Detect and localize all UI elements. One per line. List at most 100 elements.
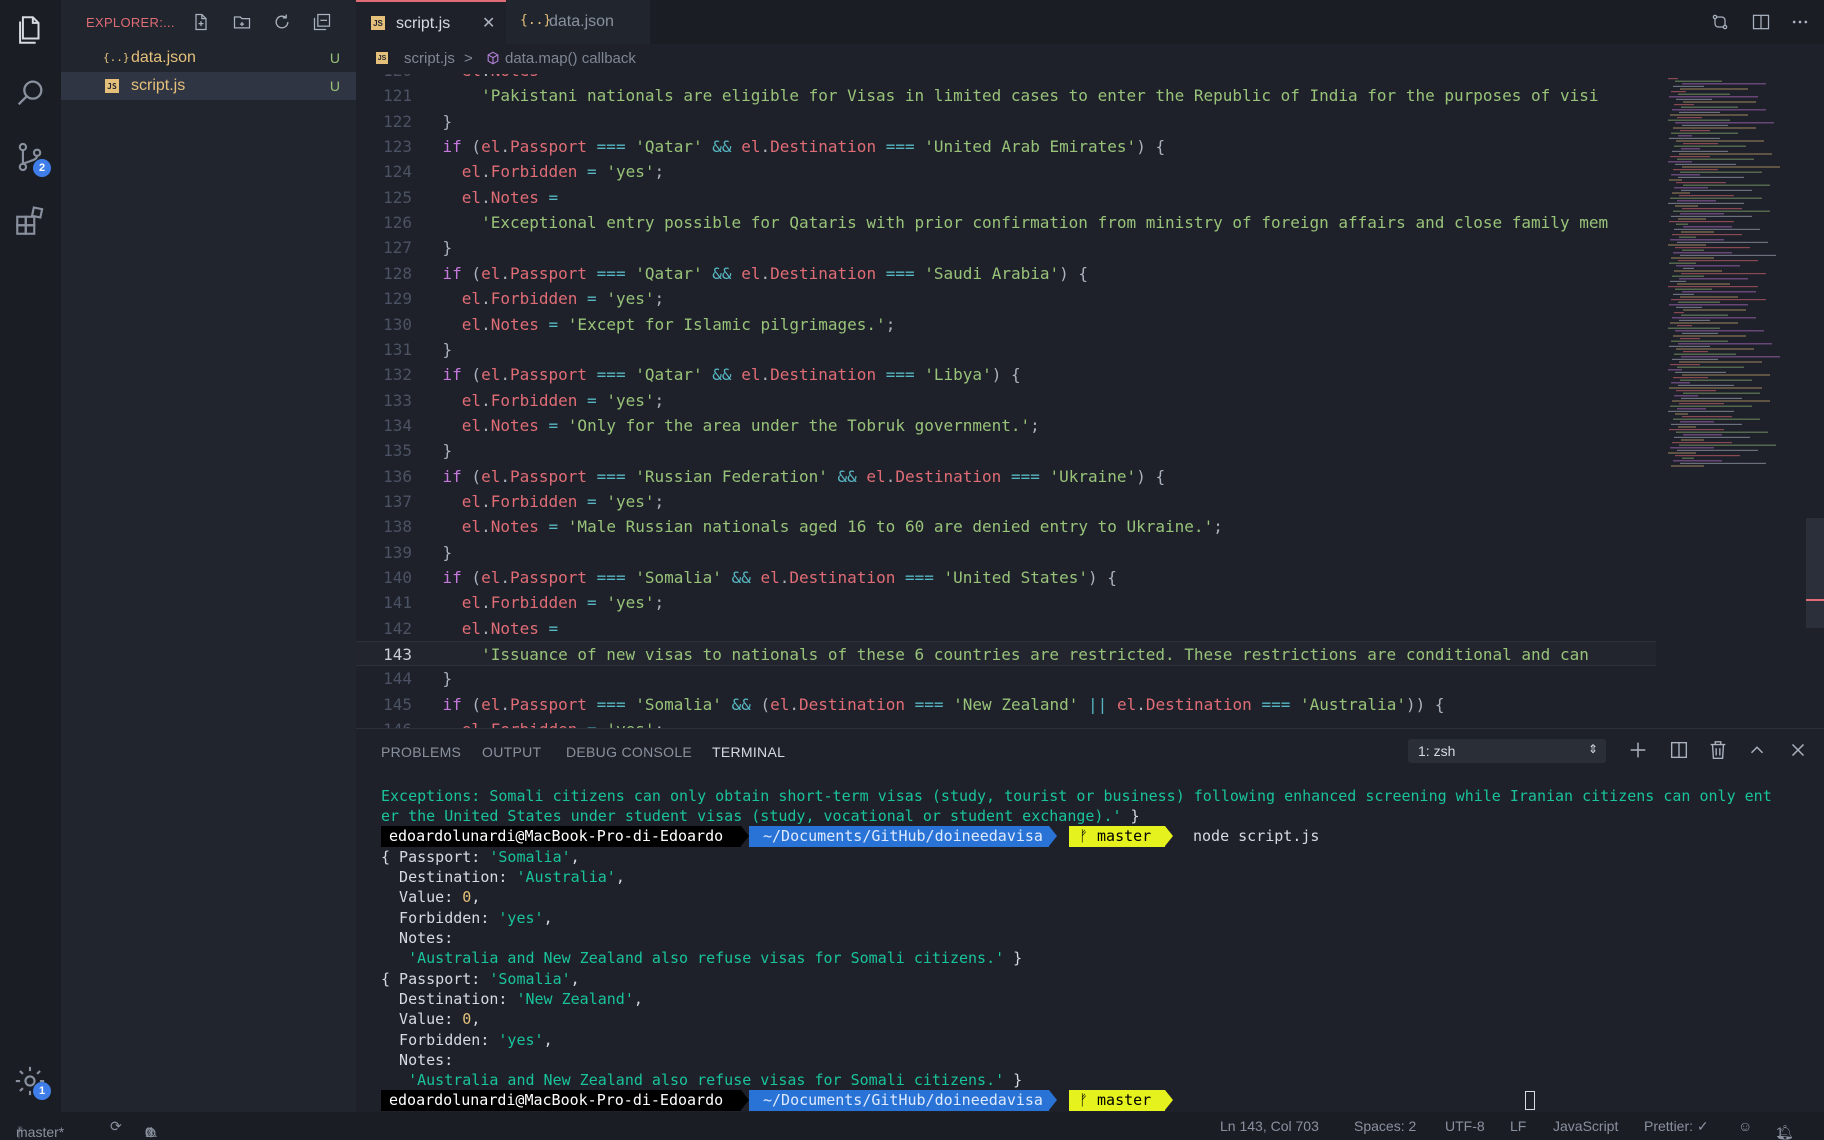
- terminal-prompt[interactable]: edoardolunardi@MacBook-Pro-di-Edoardo ~/…: [381, 1090, 1535, 1111]
- file-item-data-json[interactable]: {..} data.json U: [61, 44, 356, 72]
- code-line[interactable]: 139 }: [356, 540, 1656, 565]
- code-text: 'Issuance of new visas to nationals of t…: [481, 645, 1589, 665]
- close-icon[interactable]: ✕: [482, 13, 495, 33]
- terminal-line: Forbidden: 'yes',: [381, 909, 553, 927]
- tab-output[interactable]: OUTPUT: [482, 744, 541, 760]
- cursor-position[interactable]: Ln 143, Col 703: [1220, 1118, 1319, 1134]
- code-line[interactable]: 126 'Exceptional entry possible for Qata…: [356, 210, 1656, 235]
- editor-tabs: JS script.js ✕ {..} data.json: [356, 0, 1824, 44]
- close-panel-icon[interactable]: [1787, 739, 1809, 761]
- new-folder-icon[interactable]: [232, 12, 252, 32]
- breadcrumb-separator: >: [464, 50, 473, 67]
- split-editor-icon[interactable]: [1751, 12, 1771, 32]
- breadcrumb-file[interactable]: script.js: [404, 50, 455, 67]
- code-line[interactable]: 125 el.Notes =: [356, 185, 1656, 210]
- terminal-line: { Passport: 'Somalia',: [381, 970, 580, 988]
- code-text: }: [404, 339, 453, 359]
- prompt-directory: ~/Documents/GitHub/doineedavisa: [749, 826, 1049, 847]
- code-line[interactable]: 134 el.Notes = 'Only for the area under …: [356, 413, 1656, 438]
- tab-problems[interactable]: PROBLEMS: [381, 744, 461, 760]
- code-text: el.Notes =: [461, 187, 559, 207]
- code-line[interactable]: 143 'Issuance of new visas to nationals …: [356, 641, 1656, 667]
- code-line[interactable]: 145 if (el.Passport === 'Somalia' && (el…: [356, 692, 1656, 717]
- tab-label: data.json: [549, 13, 614, 30]
- terminal-prompt: edoardolunardi@MacBook-Pro-di-Edoardo ~/…: [381, 826, 1319, 847]
- code-line[interactable]: 141 el.Forbidden = 'yes';: [356, 590, 1656, 615]
- minimap[interactable]: [1656, 74, 1824, 728]
- code-line[interactable]: 127 }: [356, 235, 1656, 260]
- editor-scrollbar[interactable]: [1806, 518, 1824, 628]
- end-of-line[interactable]: LF: [1510, 1118, 1526, 1134]
- terminal-cursor: [1525, 1091, 1535, 1110]
- encoding[interactable]: UTF-8: [1445, 1118, 1485, 1134]
- code-line[interactable]: 123 if (el.Passport === 'Qatar' && el.De…: [356, 134, 1656, 159]
- tab-script-js[interactable]: JS script.js ✕: [356, 0, 506, 44]
- search-icon[interactable]: [13, 76, 47, 110]
- code-line[interactable]: 137 el.Forbidden = 'yes';: [356, 489, 1656, 514]
- json-file-icon: {..}: [520, 13, 552, 28]
- prompt-user: edoardolunardi@MacBook-Pro-di-Edoardo: [381, 826, 741, 847]
- code-text: 'Exceptional entry possible for Qataris …: [481, 213, 1609, 233]
- code-line[interactable]: 124 el.Forbidden = 'yes';: [356, 159, 1656, 184]
- maximize-panel-icon[interactable]: [1746, 739, 1768, 761]
- code-line[interactable]: 129 el.Forbidden = 'yes';: [356, 286, 1656, 311]
- tab-terminal[interactable]: TERMINAL: [712, 744, 785, 760]
- code-line[interactable]: 146 el.Forbidden = 'yes';: [356, 717, 1656, 728]
- split-terminal-icon[interactable]: [1668, 739, 1690, 761]
- terminal-line: Value: 0,: [381, 1010, 481, 1028]
- code-text: el.Forbidden = 'yes';: [404, 717, 664, 728]
- code-text: el.Notes =: [461, 618, 559, 638]
- sync-icon[interactable]: ⟳: [110, 1118, 122, 1135]
- refresh-icon[interactable]: [272, 12, 292, 32]
- tab-data-json[interactable]: {..} data.json: [506, 0, 650, 44]
- explorer-header: EXPLORER:...: [61, 0, 356, 44]
- prettier-status[interactable]: Prettier: ✓: [1644, 1118, 1709, 1135]
- code-line[interactable]: 131 }: [356, 337, 1656, 362]
- code-line[interactable]: 136 if (el.Passport === 'Russian Federat…: [356, 464, 1656, 489]
- extensions-icon[interactable]: [13, 204, 47, 238]
- code-line[interactable]: 122 }: [356, 109, 1656, 134]
- more-actions-icon[interactable]: [1790, 12, 1810, 32]
- activity-bar: 2 1: [0, 0, 61, 1112]
- language-mode[interactable]: JavaScript: [1553, 1118, 1618, 1134]
- breadcrumb-symbol[interactable]: data.map() callback: [505, 50, 636, 67]
- code-line[interactable]: 144 }: [356, 666, 1656, 691]
- code-line[interactable]: 120 el.Notes =: [356, 74, 1656, 83]
- prompt-directory: ~/Documents/GitHub/doineedavisa: [749, 1090, 1049, 1111]
- indentation[interactable]: Spaces: 2: [1354, 1118, 1416, 1134]
- new-terminal-icon[interactable]: [1627, 739, 1649, 761]
- open-changes-icon[interactable]: [1710, 12, 1730, 32]
- trash-icon[interactable]: [1707, 739, 1729, 761]
- terminal-line: Destination: 'New Zealand',: [381, 990, 643, 1008]
- explorer-title: EXPLORER:...: [86, 15, 175, 30]
- terminal-line: Value: 0,: [381, 888, 481, 906]
- code-text: }: [404, 542, 453, 562]
- code-line[interactable]: 138 el.Notes = 'Male Russian nationals a…: [356, 514, 1656, 539]
- file-item-script-js[interactable]: JS script.js U: [61, 72, 356, 100]
- code-text: el.Notes =: [404, 74, 558, 83]
- tab-debug-console[interactable]: DEBUG CONSOLE: [566, 744, 692, 760]
- terminal-line: Destination: 'Australia',: [381, 868, 625, 886]
- code-line[interactable]: 121 'Pakistani nationals are eligible fo…: [356, 83, 1656, 108]
- code-text: el.Forbidden = 'yes';: [461, 593, 665, 613]
- symbol-method-icon: [486, 51, 500, 65]
- settings-badge: 1: [33, 1082, 51, 1100]
- code-line[interactable]: 142 el.Notes =: [356, 616, 1656, 641]
- code-text: if (el.Passport === 'Qatar' && el.Destin…: [442, 263, 1089, 283]
- feedback-smiley-icon[interactable]: ☺: [1738, 1118, 1752, 1134]
- tab-label: script.js: [396, 15, 451, 32]
- code-line[interactable]: 132 if (el.Passport === 'Qatar' && el.De…: [356, 362, 1656, 387]
- js-file-icon: JS: [371, 16, 385, 30]
- explorer-sidebar: EXPLORER:... {..} data.json U JS script.…: [61, 0, 356, 1112]
- code-line[interactable]: 133 el.Forbidden = 'yes';: [356, 388, 1656, 413]
- collapse-all-icon[interactable]: [312, 12, 332, 32]
- code-line[interactable]: 130 el.Notes = 'Except for Islamic pilgr…: [356, 312, 1656, 337]
- code-line[interactable]: 128 if (el.Passport === 'Qatar' && el.De…: [356, 261, 1656, 286]
- code-editor[interactable]: 120 el.Notes =121 'Pakistani nationals a…: [356, 74, 1824, 728]
- new-file-icon[interactable]: [191, 12, 211, 32]
- code-text: if (el.Passport === 'Qatar' && el.Destin…: [442, 365, 1021, 385]
- code-line[interactable]: 140 if (el.Passport === 'Somalia' && el.…: [356, 565, 1656, 590]
- files-icon[interactable]: [13, 13, 47, 47]
- code-line[interactable]: 135 }: [356, 438, 1656, 463]
- terminal-select[interactable]: 1: zsh ⇕: [1408, 739, 1606, 763]
